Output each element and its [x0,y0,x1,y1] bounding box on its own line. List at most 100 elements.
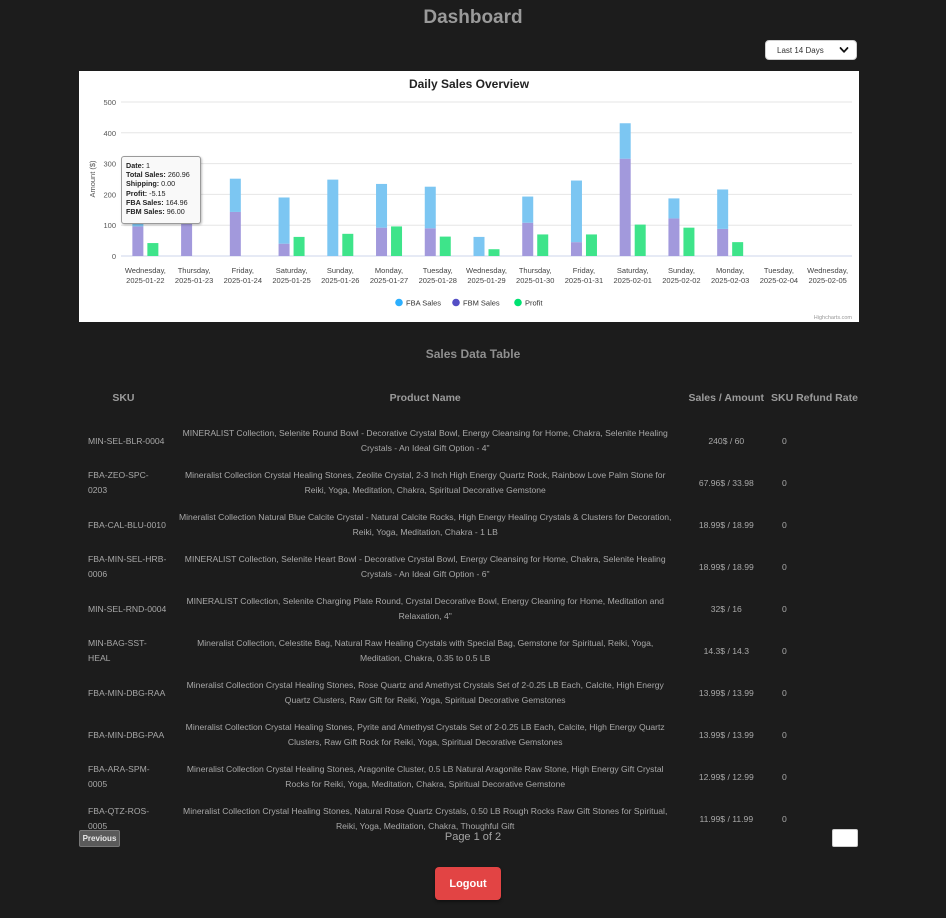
x-tick-label: Thursday, [519,266,552,275]
row-refund-rate: 0 [781,435,787,446]
y-tick-label: 0 [112,252,116,261]
y-tick-label: 400 [103,129,116,138]
x-tick-label: Friday, [232,266,254,275]
x-tick-label: 2025-01-29 [467,276,505,285]
table-header-row: SKU Product Name Sales / Amount SKU Refu… [80,376,860,420]
table-row: MIN-BAG-SST-HEAL Mineralist Collection, C… [80,630,860,672]
tooltip-label: Date: [126,161,144,170]
row-product-name: Mineralist Collection Crystal Healing St… [185,722,665,747]
tooltip-label: Profit: [126,188,148,198]
tooltip-line: Shipping: 0.00 [126,179,200,188]
date-range-value: Last 14 Days [777,45,824,55]
tooltip-value: 164.96 [165,197,188,207]
x-tick-label: 2025-01-28 [419,276,457,285]
row-sku: MIN-SEL-BLR-0004 [88,435,165,446]
bar-fbm-sales [668,218,680,256]
bar-fba-sales [619,123,631,159]
legend-marker [514,298,522,307]
sales-data-table: SKU Product Name Sales / Amount SKU Refu… [80,376,860,840]
y-tick-label: 300 [103,160,116,169]
bar-profit [537,234,549,256]
x-tick-label: Monday, [716,266,744,275]
row-product-name: Mineralist Collection, Celestite Bag, Na… [197,638,654,663]
row-sku: MIN-BAG-SST-HEAL [88,638,147,663]
row-sales-amount: 14.3$ / 14.3 [703,645,749,656]
header-sales-amount[interactable]: Sales / Amount [683,376,770,420]
tooltip-value: 1 [145,161,150,170]
tooltip-label: Total Sales: [126,170,166,180]
bar-profit [585,234,597,256]
x-tick-label: Saturday, [276,266,308,275]
header-sku[interactable]: SKU [80,376,168,420]
x-tick-label: 2025-01-23 [175,276,213,285]
tooltip-label: Shipping: [126,179,160,189]
tooltip-line: Total Sales: 260.96 [126,170,200,179]
bar-fba-sales [424,186,436,229]
bar-fba-sales [668,198,680,219]
bar-profit [634,224,646,256]
bar-profit [732,242,744,256]
row-sales-amount: 67.96$ / 33.98 [698,477,754,488]
row-sku: FBA-MIN-DBG-RAA [88,687,166,698]
row-sales-amount: 13.99$ / 13.99 [698,687,754,698]
bar-fba-sales [522,196,534,223]
row-refund-rate: 0 [781,729,787,740]
table-row: FBA-MIN-SEL-HRB-0006 MINERALIST Collectio… [80,546,860,588]
date-range-select[interactable]: Last 14 Days [765,40,857,60]
row-sku: FBA-MIN-DBG-PAA [88,729,165,740]
x-tick-label: 2025-01-27 [370,276,408,285]
bar-profit [439,236,451,256]
tooltip-line: FBA Sales: 164.96 [126,198,200,207]
bar-profit [342,233,354,256]
row-product-name: Mineralist Collection Crystal Healing St… [186,680,664,705]
x-tick-label: 2025-01-24 [224,276,262,285]
x-tick-label: Tuesday, [423,266,453,275]
next-button[interactable]: Next [832,829,858,847]
header-refund-rate[interactable]: SKU Refund Rate [770,376,860,420]
row-product-name: MINERALIST Collection, Selenite Charging… [186,596,664,621]
bar-profit [147,243,159,256]
x-tick-label: Tuesday, [764,266,794,275]
bar-fbm-sales [229,211,241,256]
row-sales-amount: 240$ / 60 [708,435,745,446]
logout-button[interactable]: Logout [435,867,501,900]
bar-fba-sales [229,178,241,212]
header-product-name[interactable]: Product Name [168,376,683,420]
row-refund-rate: 0 [781,561,787,572]
bar-fbm-sales [376,227,388,256]
x-tick-label: 2025-01-22 [126,276,164,285]
bar-profit [488,249,500,256]
legend-marker [452,298,460,307]
row-sales-amount: 12.99$ / 12.99 [698,771,754,782]
bar-profit [391,226,403,256]
bar-profit [293,236,305,256]
bar-fba-sales [376,183,388,228]
bar-fbm-sales [570,242,582,256]
legend-item: FBM Sales [463,299,500,308]
x-tick-label: 2025-01-31 [565,276,603,285]
row-product-name: Mineralist Collection Crystal Healing St… [184,470,666,495]
y-tick-label: 200 [103,190,116,199]
row-product-name: MINERALIST Collection, Selenite Round Bo… [182,428,668,453]
bar-fbm-sales [132,226,144,256]
row-sku: FBA-ARA-SPM-0005 [88,764,150,789]
bar-fbm-sales [619,158,631,256]
row-refund-rate: 0 [781,771,787,782]
bar-fbm-sales [424,228,436,256]
row-refund-rate: 0 [781,687,787,698]
tooltip-value: 0.00 [161,179,176,189]
x-tick-label: Sunday, [668,266,695,275]
row-refund-rate: 0 [781,519,787,530]
tooltip-value: -5.15 [149,188,166,198]
x-tick-label: Monday, [375,266,403,275]
bar-fbm-sales [278,243,290,256]
row-sku: MIN-SEL-RND-0004 [88,603,167,614]
x-tick-label: 2025-02-04 [760,276,798,285]
bar-fba-sales [327,179,339,256]
row-sales-amount: 32$ / 16 [710,603,742,614]
bar-fba-sales [570,180,582,243]
table-row: FBA-MIN-DBG-RAA Mineralist Collection Cry… [80,672,860,714]
x-tick-label: 2025-02-05 [808,276,846,285]
x-tick-label: 2025-02-01 [614,276,652,285]
tooltip-value: 260.96 [167,170,190,180]
